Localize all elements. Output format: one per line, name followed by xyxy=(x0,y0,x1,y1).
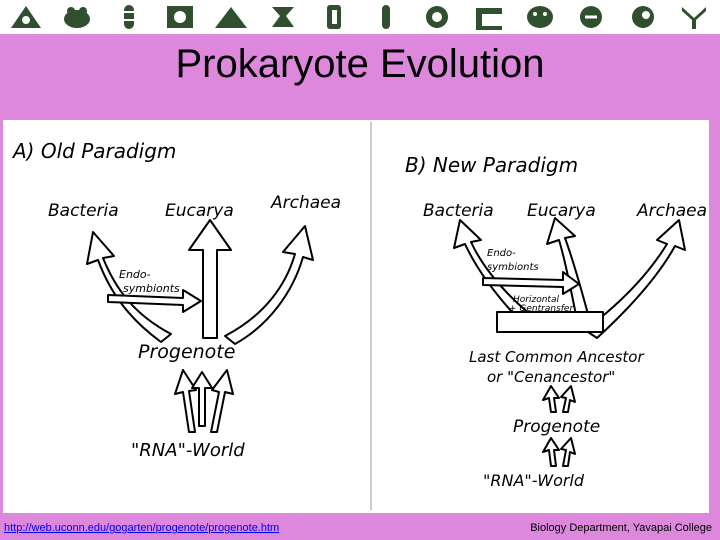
crab-icon xyxy=(470,2,508,32)
frog-icon xyxy=(58,2,96,32)
worm-icon xyxy=(367,2,405,32)
old-archaea-arrow xyxy=(224,225,314,345)
new-archaea-label: Archaea xyxy=(636,201,707,221)
new-rna-arrow-right xyxy=(560,437,576,467)
lizard-icon xyxy=(264,2,302,32)
shell-icon xyxy=(624,2,662,32)
prokaryote-evolution-figure: A) Old Paradigm Bacteria Eucarya Archaea… xyxy=(3,120,709,513)
old-endosymbionts-line2: symbionts xyxy=(123,282,180,295)
old-rna-arrow-center xyxy=(191,371,213,427)
new-lca-arrow-right xyxy=(560,385,576,413)
old-bacteria-label: Bacteria xyxy=(48,201,119,221)
snail-icon xyxy=(418,2,456,32)
new-rna-world-label: "RNA"-World xyxy=(483,471,585,490)
bird-icon xyxy=(212,2,250,32)
animal-biology-banner xyxy=(0,0,720,34)
new-horizontal-line2: + Gentransfer xyxy=(509,304,574,314)
old-endosymbionts-line1: Endo- xyxy=(119,268,151,281)
old-rna-arrow-right xyxy=(210,369,234,433)
new-eucarya-label: Eucarya xyxy=(527,201,596,221)
old-archaea-label: Archaea xyxy=(270,193,341,213)
spider-icon xyxy=(572,2,610,32)
slide-title: Prokaryote Evolution xyxy=(175,42,545,86)
new-lca-line1: Last Common Ancestor xyxy=(469,348,644,366)
squirrel-icon xyxy=(675,2,713,32)
new-progenote-label: Progenote xyxy=(513,417,600,437)
new-horizontal-box xyxy=(496,311,604,333)
new-paradigm-panel: B) New Paradigm Bacteria Eucarya Archaea… xyxy=(405,153,707,490)
new-paradigm-heading: B) New Paradigm xyxy=(405,153,578,177)
new-lca-line2: or "Cenancestor" xyxy=(487,368,615,386)
beetle-icon xyxy=(315,2,353,32)
fish-icon xyxy=(110,2,148,32)
new-lca-arrow-left xyxy=(542,385,560,413)
old-eucarya-arrow xyxy=(188,219,232,339)
turtle-icon xyxy=(521,2,559,32)
source-link[interactable]: http://web.uconn.edu/gogarten/progenote/… xyxy=(4,522,279,534)
old-rna-world-label: "RNA"-World xyxy=(131,440,245,461)
new-bacteria-label: Bacteria xyxy=(423,201,494,221)
old-paradigm-panel: A) Old Paradigm Bacteria Eucarya Archaea… xyxy=(11,139,341,461)
cell-icon xyxy=(161,2,199,32)
ant-icon xyxy=(7,2,45,32)
new-rna-arrow-left xyxy=(542,437,560,467)
credit-text: Biology Department, Yavapai College xyxy=(530,522,712,534)
new-endosymbionts-line1: Endo- xyxy=(487,248,516,259)
old-progenote-label: Progenote xyxy=(138,341,235,363)
old-rna-arrow-left xyxy=(174,369,197,433)
old-eucarya-label: Eucarya xyxy=(165,201,234,221)
old-paradigm-heading: A) Old Paradigm xyxy=(11,139,176,163)
paradigm-diagram: A) Old Paradigm Bacteria Eucarya Archaea… xyxy=(11,122,707,510)
new-endosymbionts-line2: symbionts xyxy=(487,262,539,273)
